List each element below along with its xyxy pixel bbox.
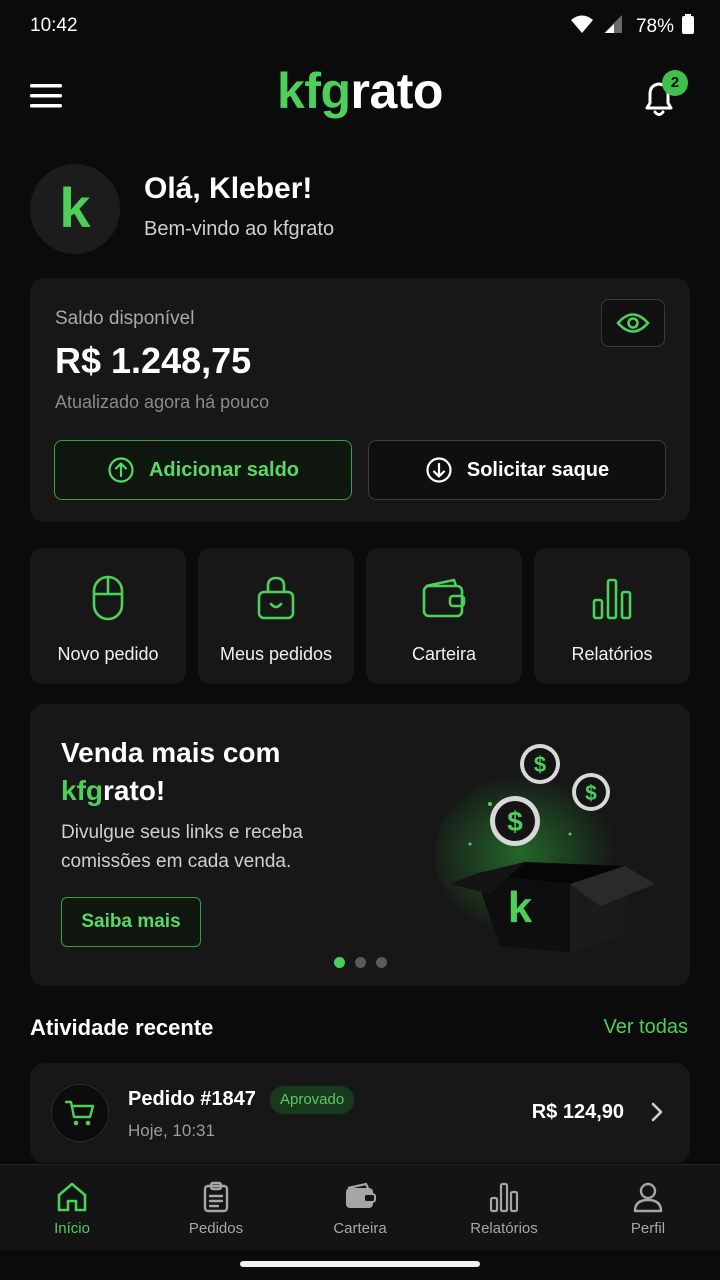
order-amount: R$ 124,90 xyxy=(531,1101,624,1123)
request-withdrawal-button[interactable]: Solicitar saque xyxy=(368,440,666,500)
shortcut-label: Novo pedido xyxy=(57,644,159,664)
bag-icon xyxy=(257,576,295,620)
status-icons: 78% xyxy=(570,14,694,39)
nav-label: Pedidos xyxy=(188,1220,244,1237)
wallet-icon xyxy=(422,578,466,618)
coin-icon: $ xyxy=(520,744,560,784)
status-bar: 10:42 78% xyxy=(0,0,720,54)
eye-icon xyxy=(616,313,650,333)
order-title: Pedido #1847 xyxy=(128,1088,256,1110)
nav-item-reports[interactable]: Relatórios xyxy=(432,1165,576,1251)
box-logo-letter: k xyxy=(508,883,533,932)
recent-activity-title: Atividade recente xyxy=(30,1015,214,1040)
notification-badge: 2 xyxy=(662,70,688,96)
shortcut-label: Relatórios xyxy=(571,644,653,664)
wifi-icon xyxy=(570,14,594,39)
app-logo: kfgrato xyxy=(0,62,720,120)
request-withdrawal-label: Solicitar saque xyxy=(466,458,610,481)
logo-accent: kfg xyxy=(277,63,351,119)
shortcut-label: Carteira xyxy=(411,644,477,664)
avatar[interactable]: k xyxy=(30,164,120,254)
balance-label: Saldo disponível xyxy=(55,308,195,329)
promo-description: Divulgue seus links e receba comissões e… xyxy=(61,822,303,872)
notifications-button[interactable]: 2 xyxy=(634,70,688,122)
gift-box-coins-illustration: k $ $ $ xyxy=(435,744,655,952)
order-time: Hoje, 10:31 xyxy=(128,1121,215,1140)
user-icon xyxy=(633,1182,663,1213)
logo-rest: rato xyxy=(350,63,444,119)
see-all-link[interactable]: Ver todas xyxy=(603,1016,688,1039)
shortcut-reports[interactable]: Relatórios xyxy=(534,548,690,684)
home-indicator[interactable] xyxy=(240,1261,480,1267)
arrow-up-circle-icon xyxy=(108,457,134,483)
nav-label: Início xyxy=(54,1220,90,1237)
carousel-indicator xyxy=(30,957,690,968)
svg-text:$: $ xyxy=(507,806,523,837)
toggle-balance-visibility-button[interactable] xyxy=(601,299,665,347)
nav-item-home[interactable]: Início xyxy=(0,1165,144,1251)
status-time: 10:42 xyxy=(30,15,78,36)
balance-value: R$ 1.248,75 xyxy=(55,340,252,381)
status-badge: Aprovado xyxy=(270,1086,355,1114)
nav-item-orders[interactable]: Pedidos xyxy=(144,1165,288,1251)
promo-banner[interactable]: Venda mais com kfgrato! Divulgue seus li… xyxy=(30,704,690,986)
carousel-dot[interactable] xyxy=(354,957,366,968)
greeting-section: k Olá, Kleber! Bem-vindo ao kfgrato xyxy=(30,164,690,254)
balance-updated: Atualizado agora há pouco xyxy=(55,392,270,412)
add-balance-label: Adicionar saldo xyxy=(148,458,300,481)
wallet-icon xyxy=(346,1182,376,1208)
mouse-icon xyxy=(92,575,124,621)
promo-title-accent: kfg xyxy=(61,775,103,806)
svg-text:$: $ xyxy=(585,782,597,805)
add-balance-button[interactable]: Adicionar saldo xyxy=(54,440,352,500)
shortcut-wallet[interactable]: Carteira xyxy=(366,548,522,684)
greeting-subtitle: Bem-vindo ao kfgrato xyxy=(144,218,335,240)
home-icon xyxy=(57,1182,87,1212)
greeting-title: Olá, Kleber! xyxy=(144,172,313,205)
balance-card: Saldo disponível R$ 1.248,75 Atualizado … xyxy=(30,278,690,522)
promo-title-rest: rato! xyxy=(103,775,166,806)
coin-icon: $ xyxy=(572,773,610,811)
nav-label: Relatórios xyxy=(470,1220,538,1237)
nav-label: Perfil xyxy=(630,1220,666,1237)
bar-chart-icon xyxy=(592,578,632,620)
promo-title-line1: Venda mais com xyxy=(61,737,281,768)
shopping-cart-icon xyxy=(65,1100,95,1126)
arrow-down-circle-icon xyxy=(426,457,452,483)
promo-title: Venda mais com kfgrato! xyxy=(61,734,280,810)
bottom-nav: Início Pedidos Carteira Relatórios Perfi… xyxy=(0,1164,720,1250)
app-header: kfgrato 2 xyxy=(0,60,720,132)
battery-icon xyxy=(682,14,694,39)
learn-more-button[interactable]: Saiba mais xyxy=(61,897,201,947)
order-icon-container xyxy=(51,1084,109,1142)
battery-percent: 78% xyxy=(635,15,674,37)
shortcut-label: Meus pedidos xyxy=(219,644,333,664)
activity-list-item[interactable]: Pedido #1847 Aprovado Hoje, 10:31 R$ 124… xyxy=(30,1063,690,1163)
carousel-dot[interactable] xyxy=(375,957,387,968)
signal-icon xyxy=(602,14,624,39)
nav-label: Carteira xyxy=(333,1220,387,1237)
carousel-dot[interactable] xyxy=(333,957,345,968)
shortcuts-grid: Novo pedido Meus pedidos Carteira Relató… xyxy=(30,548,690,684)
shortcut-my-orders[interactable]: Meus pedidos xyxy=(198,548,354,684)
coin-icon: $ xyxy=(490,796,540,846)
clipboard-icon xyxy=(203,1181,229,1213)
shortcut-new-order[interactable]: Novo pedido xyxy=(30,548,186,684)
svg-text:$: $ xyxy=(534,752,546,777)
app-screen: 10:42 78% kfgrato 2 k Olá, Kleber! Bem-v… xyxy=(0,0,720,1280)
nav-item-profile[interactable]: Perfil xyxy=(576,1165,720,1251)
chevron-right-icon xyxy=(650,1101,664,1128)
nav-item-wallet[interactable]: Carteira xyxy=(288,1165,432,1251)
bar-chart-icon xyxy=(489,1182,519,1213)
